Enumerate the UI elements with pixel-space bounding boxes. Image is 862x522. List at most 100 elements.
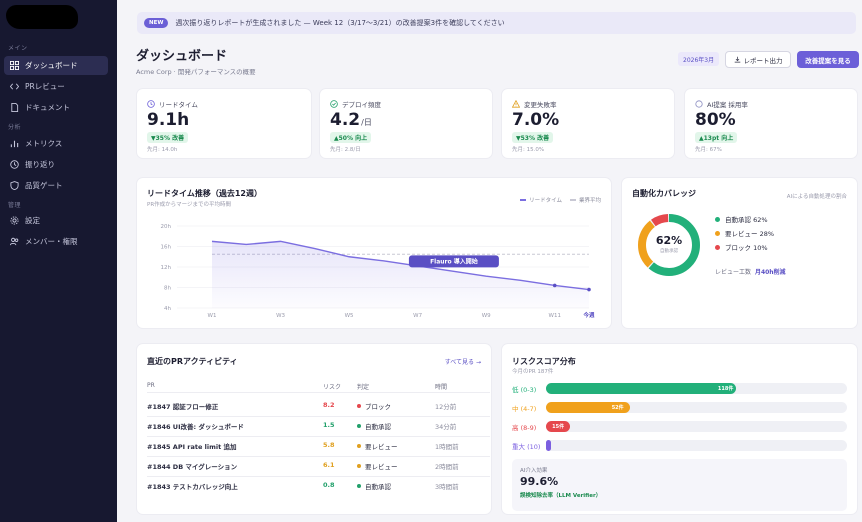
- see-all-link[interactable]: すべて見る →: [445, 357, 481, 366]
- kpi-label: デプロイ頻度: [330, 99, 381, 109]
- legend-label: 要レビュー 28%: [725, 230, 775, 238]
- kpi-delta: ▼53% 改善: [512, 132, 554, 143]
- sidebar-item-settings[interactable]: 設定: [4, 211, 108, 230]
- row-divider: [147, 456, 490, 457]
- download-icon: [734, 56, 740, 63]
- risk-title: リスクスコア分布: [512, 357, 576, 366]
- y-tick-label: 4h: [164, 306, 171, 312]
- sidebar-item-members[interactable]: メンバー・権限: [4, 232, 108, 251]
- sidebar-item-quality-gate[interactable]: 品質ゲート: [4, 176, 108, 195]
- row-divider: [147, 416, 490, 417]
- status-badge: 自動承認: [357, 421, 391, 431]
- x-tick-label: W9: [482, 313, 491, 319]
- kpi-previous: 先月: 14.0h: [147, 147, 178, 153]
- status-label: 要レビュー: [365, 443, 398, 451]
- clock-icon: [10, 160, 19, 169]
- legend-dot: [715, 230, 720, 236]
- time-ago: 34分前: [435, 423, 457, 431]
- legend-dot: [715, 244, 720, 250]
- notification-banner[interactable]: NEW 週次振り返りレポートが生成されました — Week 12（3/17〜3/…: [137, 12, 856, 34]
- risk-bar-track: [546, 440, 847, 451]
- y-tick-label: 12h: [161, 265, 172, 271]
- column-header-pr: PR: [147, 382, 155, 389]
- ai-effect-description: 誤検知除去率（LLM Verifier）: [520, 493, 602, 499]
- footer-prefix: レビュー工数: [715, 269, 752, 276]
- coverage-subtitle: AIによる自動処理の割合: [786, 194, 847, 200]
- sidebar: メイン ダッシュボード PRレビュー ドキュメント 分析 メトリクス 振り返り: [0, 0, 117, 522]
- kpi-value-number: 80%: [695, 110, 736, 130]
- kpi-label-text: デプロイ頻度: [342, 101, 381, 109]
- risk-bar-count: 118件: [717, 386, 734, 392]
- status-badge: 要レビュー: [357, 461, 398, 471]
- kpi-label: リードタイム: [147, 99, 198, 109]
- kpi-value-number: 7.0%: [512, 110, 560, 130]
- sidebar-item-label: 振り返り: [25, 160, 55, 169]
- table-row[interactable]: #1843 テストカバレッジ向上 0.8 自動承認 3時間前: [137, 478, 493, 496]
- sidebar-item-label: メトリクス: [25, 139, 63, 148]
- donut-center-value: 62%: [655, 234, 683, 247]
- sidebar-item-label: 品質ゲート: [25, 181, 63, 190]
- y-tick-label: 8h: [164, 286, 171, 292]
- sidebar-item-label: ドキュメント: [25, 103, 70, 112]
- table-row[interactable]: #1845 API rate limit 追加 5.8 要レビュー 1時間前: [137, 438, 493, 456]
- risk-bar-track: 15件: [546, 421, 847, 432]
- column-header-time: 時間: [435, 384, 448, 391]
- table-row[interactable]: #1847 認証フロー修正 8.2 ブロック 12分前: [137, 398, 493, 416]
- table-row[interactable]: #1844 DB マイグレーション 6.1 要レビュー 2時間前: [137, 458, 493, 476]
- logo: [6, 5, 78, 29]
- legend-label: 自動承認 62%: [725, 216, 768, 224]
- lead-time-area: [212, 241, 589, 308]
- header-divider: [147, 392, 490, 393]
- sidebar-item-retrospective[interactable]: 振り返り: [4, 155, 108, 174]
- risk-score: 1.5: [323, 421, 335, 429]
- kpi-value: 7.0%: [512, 110, 559, 130]
- lead-time-point: [552, 283, 557, 288]
- page-title: ダッシュボード: [136, 49, 228, 64]
- shield-icon: [10, 181, 19, 190]
- kpi-card-change-failure-rate: 変更失敗率 7.0% ▼53% 改善 先月: 15.0%: [501, 88, 675, 159]
- check-circle-icon: [330, 100, 338, 108]
- kpi-label: AI提案 採用率: [695, 99, 748, 109]
- y-tick-label: 20h: [161, 224, 172, 230]
- lead-time-chart-card: リードタイム推移（過去12週） PR作成からマージまでの平均時間 リードタイム …: [136, 177, 612, 329]
- kpi-previous: 先月: 67%: [695, 147, 722, 153]
- status-label: ブロック: [365, 403, 391, 411]
- table-row[interactable]: #1846 UI改善: ダッシュボード 1.5 自動承認 34分前: [137, 418, 493, 436]
- x-tick-label: W5: [345, 313, 354, 319]
- kpi-card-ai-adoption: AI提案 採用率 80% ▲13pt 向上 先月: 67%: [684, 88, 858, 159]
- export-label: レポート出力: [743, 56, 783, 65]
- risk-bar: [546, 383, 736, 394]
- time-ago: 1時間前: [435, 443, 459, 451]
- status-dot: [357, 424, 361, 428]
- kpi-value: 4.2/日: [330, 110, 372, 130]
- row-divider: [147, 476, 490, 477]
- kpi-unit: /日: [361, 118, 372, 127]
- risk-bar-label: 重大 (10): [512, 443, 541, 451]
- coverage-legend-review: 要レビュー 28%: [715, 228, 774, 238]
- sidebar-item-metrics[interactable]: メトリクス: [4, 134, 108, 153]
- sidebar-item-label: 設定: [25, 216, 40, 225]
- view-suggestions-button[interactable]: 改善提案を見る: [797, 51, 859, 68]
- pr-activity-title: 直近のPRアクティビティ: [147, 357, 238, 366]
- export-report-button[interactable]: レポート出力: [725, 51, 791, 68]
- status-badge: ブロック: [357, 401, 391, 411]
- sidebar-item-label: メンバー・権限: [25, 237, 78, 246]
- footer-value: 月40h削減: [754, 269, 786, 276]
- kpi-previous: 先月: 15.0%: [512, 147, 545, 153]
- pr-title: #1844 DB マイグレーション: [147, 463, 238, 471]
- time-ago: 3時間前: [435, 483, 459, 491]
- date-pill[interactable]: 2026年3月: [678, 52, 720, 66]
- x-tick-label: W7: [413, 313, 422, 319]
- sidebar-section-admin: 管理: [8, 202, 22, 209]
- annotation-label: Flauro 導入開始: [430, 257, 478, 265]
- status-badge: 要レビュー: [357, 441, 398, 451]
- kpi-delta: ▼35% 改善: [147, 132, 189, 143]
- sidebar-item-documents[interactable]: ドキュメント: [4, 98, 108, 117]
- kpi-delta: ▲50% 向上: [330, 132, 372, 143]
- kpi-label: 変更失敗率: [512, 99, 557, 109]
- sidebar-section-main: メイン: [8, 45, 28, 52]
- time-ago: 12分前: [435, 403, 457, 411]
- sidebar-item-dashboard[interactable]: ダッシュボード: [4, 56, 108, 75]
- sidebar-item-pr-review[interactable]: PRレビュー: [4, 77, 108, 96]
- ai-effect-label: AI介入効果: [520, 468, 548, 474]
